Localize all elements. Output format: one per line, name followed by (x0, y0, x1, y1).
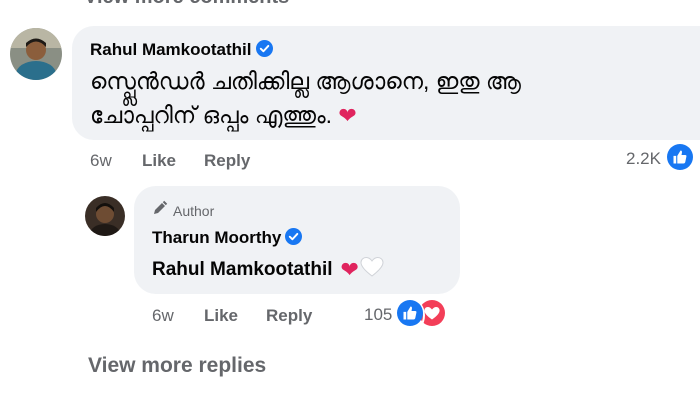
comment-reactions[interactable]: 2.2K (626, 141, 695, 177)
commenter-avatar[interactable] (10, 28, 62, 80)
comment-bubble: Rahul Mamkootathil സ്പ്ലെൻഡർ ചതിക്കില്ല … (72, 26, 700, 140)
verified-badge-icon (255, 40, 273, 62)
reply-time[interactable]: 6w (152, 306, 174, 326)
reply-author[interactable]: Tharun Moorthy (152, 228, 303, 250)
reply-reply-button[interactable]: Reply (266, 306, 312, 326)
reply-reaction-count: 105 (364, 305, 393, 324)
white-heart-emoji-icon (360, 256, 384, 283)
red-heart-emoji-icon: ❤ (340, 256, 359, 282)
comment-time[interactable]: 6w (90, 151, 112, 171)
author-badge: Author (152, 200, 214, 221)
red-heart-emoji-icon: ❤ (338, 103, 357, 128)
reply-text: Rahul Mamkootathil ❤ (152, 256, 384, 283)
like-reaction-icon (395, 297, 426, 333)
comment-like-button[interactable]: Like (142, 151, 176, 171)
comment-reaction-count: 2.2K (626, 149, 661, 168)
reply-like-button[interactable]: Like (204, 306, 238, 326)
reply-reactions[interactable]: 105 (364, 297, 448, 333)
comment-text-line-1: സ്പ്ലെൻഡർ ചതിക്കില്ല ആശാനെ, ഇതു ആ (90, 68, 521, 94)
comment-reply-button[interactable]: Reply (204, 151, 250, 171)
comment-author[interactable]: Rahul Mamkootathil (90, 40, 273, 62)
comment-text-line-2: ചോപ്പറിന് ഒപ്പം എത്തും. ❤ (90, 102, 357, 128)
view-more-replies-link[interactable]: View more replies (88, 354, 266, 378)
pencil-icon (152, 200, 168, 221)
verified-badge-icon (285, 228, 303, 250)
reply-author-avatar[interactable] (85, 196, 125, 236)
reply-bubble: Author Tharun Moorthy Rahul Mamkootathil… (134, 186, 460, 294)
mentioned-user-tag[interactable]: Rahul Mamkootathil (152, 259, 333, 281)
like-reaction-icon (664, 141, 695, 177)
view-more-comments-link[interactable]: View more comments (84, 0, 289, 9)
